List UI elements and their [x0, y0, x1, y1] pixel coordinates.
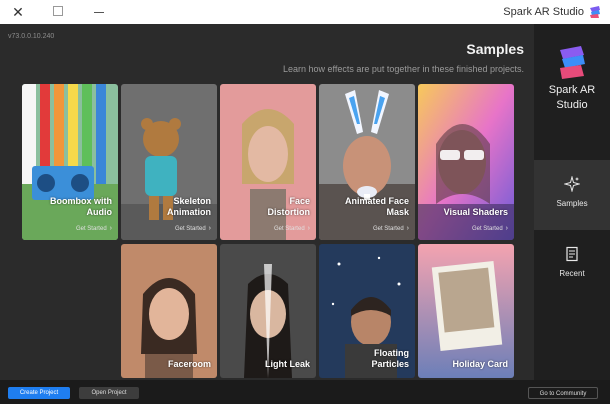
samples-panel: v73.0.0.10.240 Samples Learn how effects…	[0, 24, 534, 380]
page-subtitle: Learn how effects are put together in th…	[283, 64, 524, 74]
brand-name: Spark AR	[548, 84, 596, 96]
nav-label: Recent	[559, 269, 585, 278]
get-started-link[interactable]: Get Started ›	[274, 225, 310, 232]
window-title: Spark AR Studio	[503, 6, 584, 18]
card-title: Face Distortion	[267, 196, 311, 217]
sample-card-face-distortion[interactable]: Face Distortion Get Started ›	[220, 84, 316, 240]
get-started-link[interactable]: Get Started ›	[472, 225, 508, 232]
open-project-button[interactable]: Open Project	[79, 387, 139, 399]
holiday-card-thumbnail	[418, 244, 514, 378]
card-title: Light Leak	[264, 359, 310, 369]
sample-card-skeleton-animation[interactable]: Skeleton Animation Get Started ›	[121, 84, 217, 240]
card-title: Floating Particles	[371, 348, 409, 369]
sample-card-visual-shaders[interactable]: Visual Shaders Get Started ›	[418, 84, 514, 240]
sample-card-floating-particles[interactable]: Floating Particles	[319, 244, 415, 378]
sample-card-holiday-card[interactable]: Holiday Card	[418, 244, 514, 378]
sample-card-light-leak[interactable]: Light Leak	[220, 244, 316, 378]
card-title: Animated Face Mask	[344, 196, 409, 217]
sample-card-boombox-with-audio[interactable]: Boombox with Audio Get Started ›	[22, 84, 118, 240]
sidebar: Spark AR Studio Samples Recent	[534, 24, 610, 380]
create-project-button[interactable]: Create Project	[8, 387, 70, 399]
chevron-right-icon: ›	[406, 225, 409, 232]
minimize-icon[interactable]	[94, 12, 104, 13]
chevron-right-icon: ›	[109, 225, 112, 232]
spark-ar-logo-icon	[560, 46, 585, 79]
chevron-right-icon: ›	[307, 225, 310, 232]
faceroom-thumbnail	[121, 244, 217, 378]
bottom-bar: Create Project Open Project Go to Commun…	[0, 380, 610, 404]
page-title: Samples	[466, 41, 524, 57]
get-started-link[interactable]: Get Started ›	[373, 225, 409, 232]
title-bar: ✕ Spark AR Studio	[0, 0, 610, 24]
card-title: Boombox with Audio	[50, 196, 112, 217]
sample-card-faceroom[interactable]: Faceroom	[121, 244, 217, 378]
nav-label: Samples	[556, 199, 588, 208]
chevron-right-icon: ›	[505, 225, 508, 232]
spark-logo-icon	[590, 6, 600, 18]
brand-block: Spark AR Studio	[534, 24, 610, 132]
maximize-icon[interactable]	[53, 6, 63, 16]
get-started-link[interactable]: Get Started ›	[175, 225, 211, 232]
get-started-link[interactable]: Get Started ›	[76, 225, 112, 232]
go-to-community-button[interactable]: Go to Community	[528, 387, 598, 399]
sample-card-animated-face-mask[interactable]: Animated Face Mask Get Started ›	[319, 84, 415, 240]
nav-samples[interactable]: Samples	[534, 160, 610, 230]
card-title: Holiday Card	[452, 359, 508, 369]
version-label: v73.0.0.10.240	[8, 33, 55, 40]
card-title: Visual Shaders	[443, 207, 508, 217]
card-title: Faceroom	[167, 359, 211, 369]
brand-name-line2: Studio	[556, 99, 588, 111]
close-icon[interactable]: ✕	[10, 4, 26, 20]
light-leak-thumbnail	[220, 244, 316, 378]
nav-recent[interactable]: Recent	[534, 230, 610, 300]
document-icon	[566, 246, 578, 262]
card-title: Skeleton Animation	[167, 196, 211, 217]
chevron-right-icon: ›	[208, 225, 211, 232]
sparkle-icon	[564, 176, 580, 192]
